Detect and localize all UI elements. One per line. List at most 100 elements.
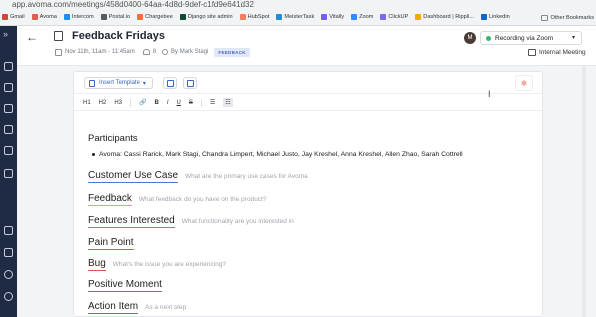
note-section[interactable]: Action Item As a next step [88,301,186,314]
insert-template-button[interactable]: Insert Template ▾ [84,77,153,89]
other-bookmarks[interactable]: Other Bookmarks [537,9,594,25]
recording-label: Recording via Zoom [495,34,554,42]
note-section[interactable]: Customer Use Case What are the primary us… [88,170,308,183]
bookmark-item[interactable]: Vitally [321,14,344,20]
favicon-icon [321,14,328,20]
note-section[interactable]: Bug What's the issue you are experiencing… [88,258,226,271]
organizer-icon [162,49,169,55]
favicon-icon [415,14,422,20]
template-settings-icon [167,80,174,87]
chevron-down-icon: ▾ [571,35,575,41]
building-icon [528,49,536,56]
attendee-count[interactable]: 8 [153,49,156,55]
section-heading: Action Item [88,301,139,314]
h1-button[interactable]: H1 [83,100,91,106]
favicon-icon [276,14,283,20]
bookmark-item[interactable]: Intercom [63,14,94,20]
section-heading: Features Interested [88,215,175,228]
participants-list: Avoma: Cassi Rarick, Mark Stagi, Chandra… [92,151,463,158]
bookmark-item[interactable]: Gmail [2,14,25,20]
folder-icon [541,14,549,21]
section-prompt: What feedback do you have on the product… [138,196,267,203]
notes-editor: Insert Template ▾ ✱ H1 H2 H3 🔗 B I U S ☰ ☷ Partic… [73,71,543,317]
save-template-button[interactable] [183,77,197,89]
scrollbar[interactable] [582,66,586,317]
recordings-icon[interactable] [4,125,13,134]
meeting-title: Feedback Fridays [72,30,165,42]
link-button[interactable]: 🔗 [139,99,146,106]
calendar-icon[interactable] [4,62,13,71]
editor-top-toolbar: Insert Template ▾ ✱ [74,72,542,94]
underline-button[interactable]: U [177,100,181,106]
bookmark-item[interactable]: Django site admin [179,14,233,20]
bookmark-label: ClickUP [388,14,409,20]
gift-icon[interactable] [4,248,13,257]
meeting-tag[interactable]: FEEDBACK [214,47,250,57]
bookmarks-bar: Gmail Avoma Intercom Postal.io Chargebee Djan… [0,9,596,26]
bookmark-label: Intercom [71,14,94,20]
notes-icon[interactable] [4,104,13,113]
note-section[interactable]: Positive Moment [88,279,162,292]
bookmark-label: Postal.io [108,14,131,20]
bookmark-label: Zoom [359,14,374,20]
note-section[interactable]: Pain Point [88,237,134,250]
bold-button[interactable]: B [155,100,159,106]
bookmark-item[interactable]: Dashboard | Rippli... [415,14,474,20]
favicon-icon [63,14,70,20]
section-prompt: As a next step [145,304,187,311]
bookmark-label: MeisterTask [284,14,315,20]
comments-icon[interactable] [4,146,13,155]
expand-sidebar-icon[interactable]: » [3,29,8,39]
bookmark-label: Vitally [329,14,345,20]
save-template-icon [187,80,194,87]
bullet-list-button[interactable]: ☷ [223,98,233,107]
favicon-icon [179,14,186,20]
italic-button[interactable]: I [167,100,169,106]
recording-status-dot [486,35,491,41]
meeting-datetime: Nov 11th, 11am - 11:45am [65,49,135,55]
bookmark-item[interactable]: Postal.io [100,14,131,20]
address-bar[interactable]: app.avoma.com/meetings/458d0400-64aa-4d8… [0,0,596,9]
bookmark-label: Linkedin [488,14,510,20]
bookmark-item[interactable]: Avoma [31,14,57,20]
back-arrow-icon[interactable]: ← [26,30,38,44]
ordered-list-button[interactable]: ☰ [210,99,215,106]
bookmark-item[interactable]: ClickUP [380,14,408,20]
bookmark-item[interactable]: Linkedin [480,14,510,20]
meeting-type-label: Internal Meeting [539,49,586,56]
bookmark-label: Chargebee [145,14,173,20]
help-icon[interactable] [4,292,13,301]
strike-button[interactable]: S [189,100,193,106]
section-prompt: What's the issue you are experiencing? [112,261,227,268]
h2-button[interactable]: H2 [99,100,107,106]
favicon-icon [380,14,387,20]
other-bookmarks-label: Other Bookmarks [550,14,594,21]
main-area: Insert Template ▾ ✱ H1 H2 H3 🔗 B I U S ☰ ☷ Partic… [17,66,596,317]
recording-dropdown[interactable]: Recording via Zoom ▾ [480,31,582,45]
chevron-down-icon: ▾ [142,80,146,87]
app-sidebar: » [0,26,17,317]
section-heading: Pain Point [88,237,134,250]
favicon-icon [239,14,246,20]
bookmark-item[interactable]: MeisterTask [276,14,314,20]
bookmark-label: Avoma [39,14,57,20]
insights-icon[interactable] [4,169,13,178]
participants-text: Avoma: Cassi Rarick, Mark Stagi, Chandra… [99,151,463,158]
organizer: By Mark Stagi [171,49,209,55]
h3-button[interactable]: H3 [114,100,122,106]
note-section[interactable]: Features Interested What functionality ar… [88,215,294,228]
bookmark-item[interactable]: Zoom [351,14,373,20]
bookmark-item[interactable]: HubSpot [239,14,269,20]
template-settings-button[interactable] [163,77,177,89]
avatar[interactable]: M [464,32,476,44]
bookmark-item[interactable]: Chargebee [137,14,173,20]
hubspot-sync-button[interactable]: ✱ [515,75,533,91]
favicon-icon [2,14,8,20]
meeting-type[interactable]: Internal Meeting [528,49,586,56]
formatting-toolbar: H1 H2 H3 🔗 B I U S ☰ ☷ [74,95,542,111]
menu-icon[interactable] [4,226,13,235]
note-section[interactable]: Feedback What feedback do you have on the… [88,193,266,206]
meetings-icon[interactable] [4,83,13,92]
section-prompt: What are the primary use cases for Avoma [185,173,308,180]
notifications-icon[interactable] [4,270,13,279]
